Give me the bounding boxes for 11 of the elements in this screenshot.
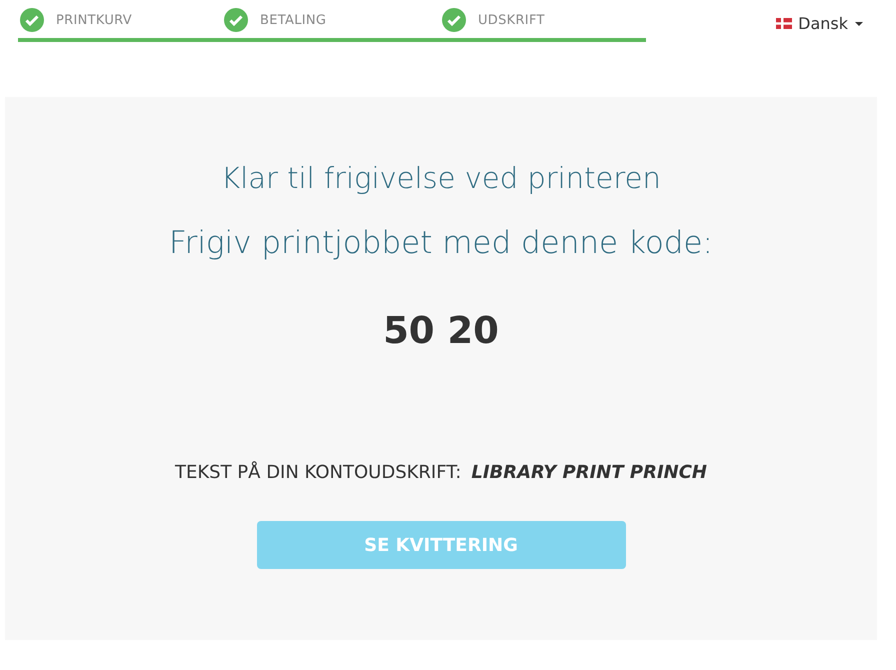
flag-icon xyxy=(776,18,792,29)
statement-label: TEKST PÅ DIN KONTOUDSKRIFT: xyxy=(174,462,462,483)
panel-title: Klar til frigivelse ved printeren xyxy=(221,161,661,195)
caret-icon xyxy=(854,20,864,26)
step-label: PRINTKURV xyxy=(56,12,132,28)
panel-subtitle: Frigiv printjobbet med denne kode: xyxy=(169,225,713,261)
language-dropdown[interactable]: Dansk xyxy=(776,10,864,37)
release-code: 50 20 xyxy=(383,309,499,352)
statement-value: LIBRARY PRINT PRINCH xyxy=(471,462,707,483)
step-label: UDSKRIFT xyxy=(478,12,545,28)
step-label: BETALING xyxy=(260,12,326,28)
